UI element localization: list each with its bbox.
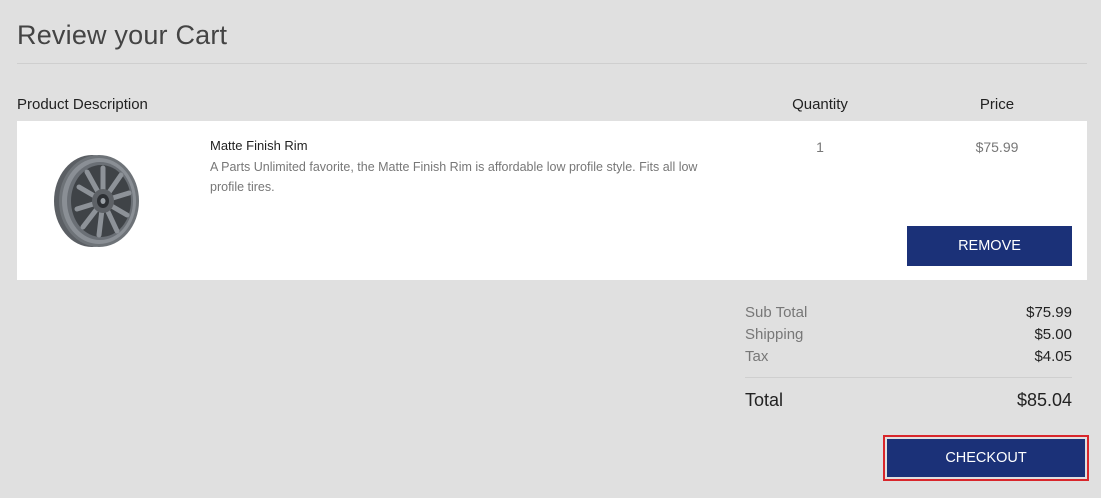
tax-label: Tax bbox=[745, 348, 769, 365]
column-header-description: Product Description bbox=[17, 96, 148, 113]
summary-divider bbox=[745, 377, 1072, 378]
shipping-row: Shipping $5.00 bbox=[745, 324, 1072, 346]
product-name[interactable]: Matte Finish Rim bbox=[210, 138, 308, 153]
page-title: Review your Cart bbox=[17, 20, 228, 50]
tax-row: Tax $4.05 bbox=[745, 346, 1072, 368]
subtotal-value: $75.99 bbox=[1026, 304, 1072, 321]
column-header-quantity: Quantity bbox=[792, 96, 848, 113]
item-price: $75.99 bbox=[975, 139, 1019, 155]
cart-page: Review your Cart Product Description Qua… bbox=[0, 0, 1101, 498]
product-description: A Parts Unlimited favorite, the Matte Fi… bbox=[210, 160, 698, 194]
order-summary: Sub Total $75.99 Shipping $5.00 Tax $4.0… bbox=[745, 302, 1072, 368]
shipping-label: Shipping bbox=[745, 326, 804, 343]
checkout-button[interactable]: CHECKOUT bbox=[887, 439, 1085, 477]
column-header-price: Price bbox=[979, 96, 1015, 113]
checkout-highlight: CHECKOUT bbox=[883, 435, 1089, 481]
item-quantity: 1 bbox=[816, 139, 824, 155]
total-row: Total $85.04 bbox=[745, 390, 1072, 411]
total-label: Total bbox=[745, 390, 784, 410]
total-value: $85.04 bbox=[1016, 390, 1072, 410]
wheel-rim-image[interactable] bbox=[47, 151, 145, 251]
title-divider bbox=[17, 63, 1087, 64]
cart-item-row: Matte Finish Rim A Parts Unlimited favor… bbox=[17, 121, 1087, 280]
subtotal-label: Sub Total bbox=[745, 304, 808, 321]
shipping-value: $5.00 bbox=[1034, 326, 1072, 343]
tax-value: $4.05 bbox=[1034, 348, 1072, 365]
subtotal-row: Sub Total $75.99 bbox=[745, 302, 1072, 324]
remove-button[interactable]: REMOVE bbox=[907, 226, 1072, 266]
